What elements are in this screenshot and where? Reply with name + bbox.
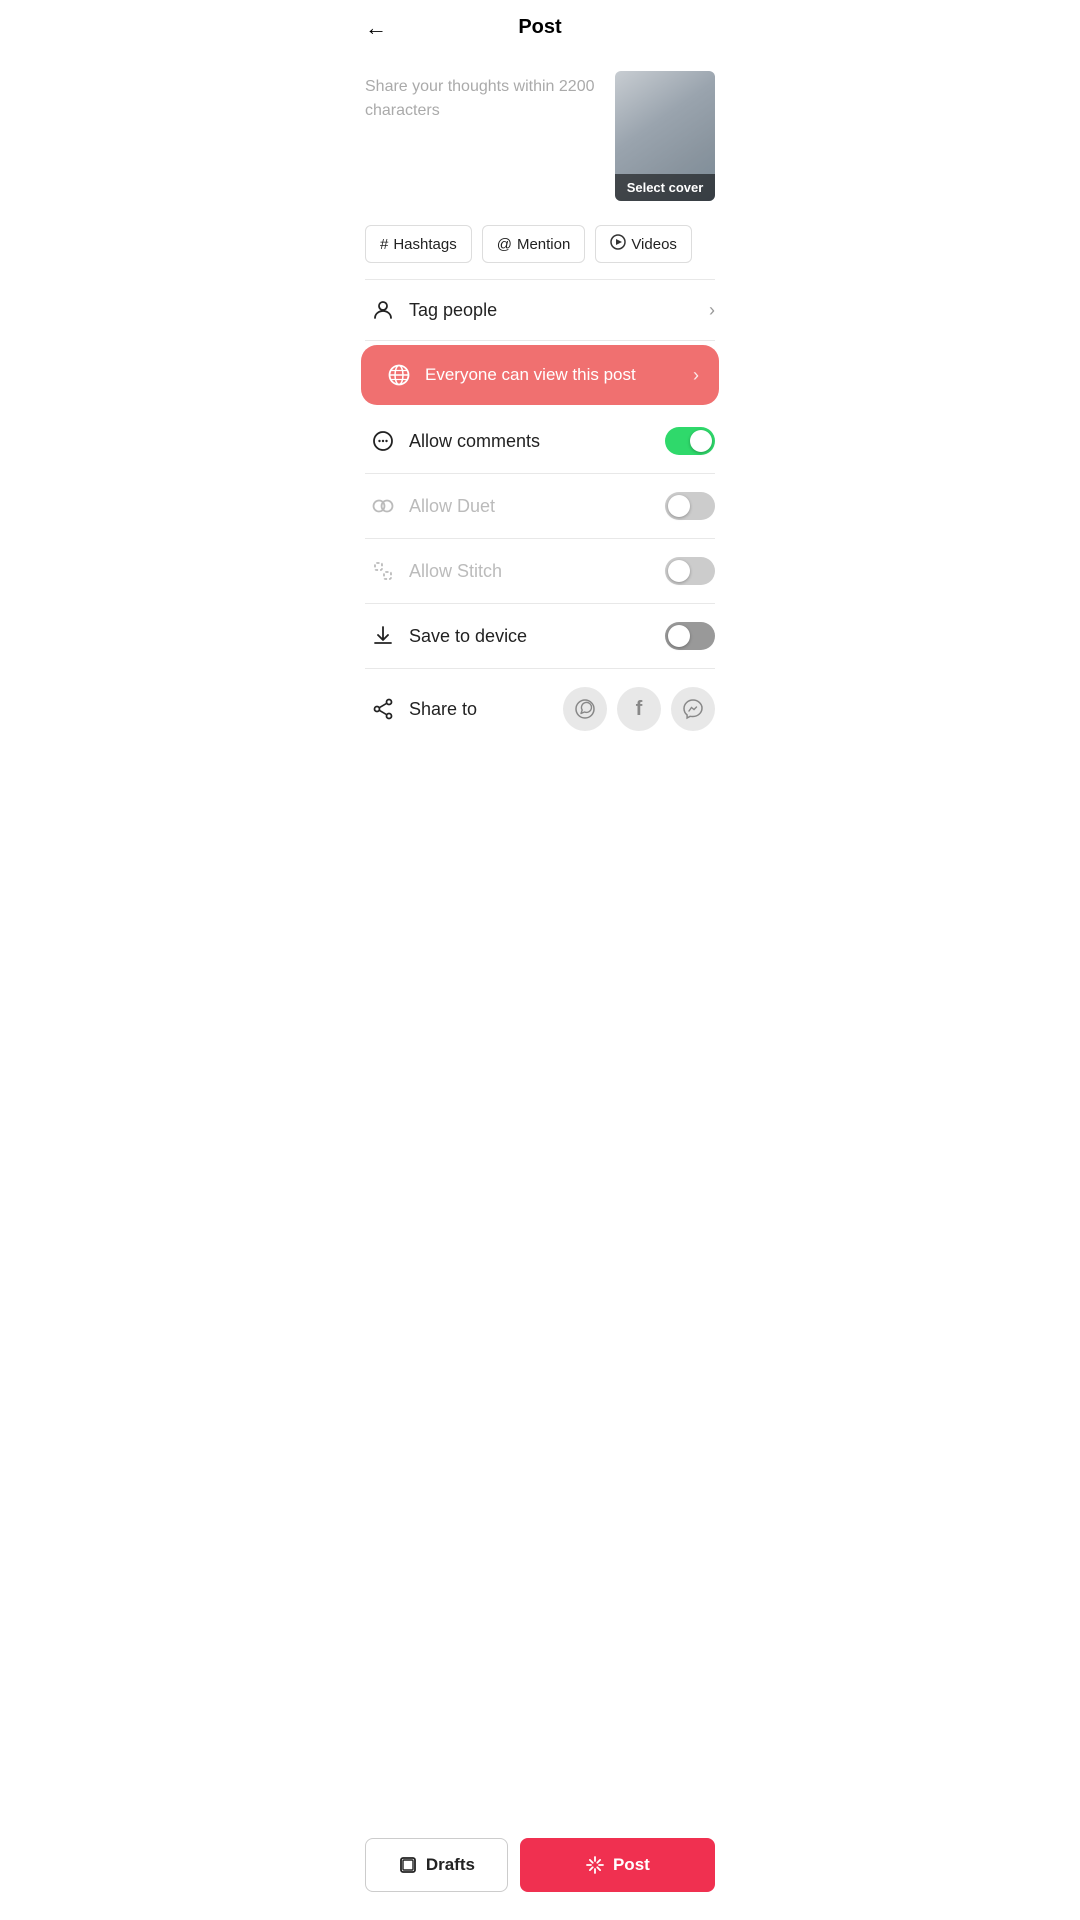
stitch-toggle-knob <box>668 560 690 582</box>
caption-input[interactable]: Share your thoughts within 2200 characte… <box>365 71 603 123</box>
stitch-toggle[interactable] <box>665 557 715 585</box>
tag-people-row[interactable]: Tag people › <box>345 280 735 340</box>
messenger-button[interactable] <box>671 687 715 731</box>
privacy-label: Everyone can view this post <box>425 365 693 385</box>
bottom-bar: Drafts Post <box>345 1822 735 1920</box>
page-title: Post <box>518 16 561 39</box>
save-to-device-label: Save to device <box>409 626 665 647</box>
comments-toggle-knob <box>690 430 712 452</box>
privacy-chevron-icon: › <box>693 365 699 386</box>
person-icon <box>365 298 401 322</box>
drafts-icon <box>398 1855 418 1875</box>
back-button[interactable]: ← <box>365 15 387 41</box>
share-to-label: Share to <box>409 699 563 720</box>
save-to-device-row: Save to device <box>345 604 735 668</box>
hashtag-icon: # <box>380 236 388 253</box>
comments-toggle[interactable] <box>665 427 715 455</box>
post-button[interactable]: Post <box>520 1838 715 1892</box>
play-icon <box>610 234 626 254</box>
save-device-toggle[interactable] <box>665 622 715 650</box>
allow-stitch-label: Allow Stitch <box>409 561 665 582</box>
videos-label: Videos <box>631 236 677 253</box>
allow-duet-label: Allow Duet <box>409 496 665 517</box>
whatsapp-button[interactable] <box>563 687 607 731</box>
tag-people-label: Tag people <box>409 300 709 321</box>
share-social-icons: f <box>563 687 715 731</box>
select-cover-label: Select cover <box>615 174 715 201</box>
post-sparkle-icon <box>585 1855 605 1875</box>
privacy-row[interactable]: Everyone can view this post › <box>361 345 719 405</box>
divider-2 <box>365 340 715 341</box>
share-icon <box>365 697 401 721</box>
facebook-button[interactable]: f <box>617 687 661 731</box>
duet-toggle[interactable] <box>665 492 715 520</box>
allow-comments-label: Allow comments <box>409 431 665 452</box>
mention-label: Mention <box>517 236 570 253</box>
duet-toggle-knob <box>668 495 690 517</box>
tag-chips: # Hashtags @ Mention Videos <box>345 217 735 279</box>
post-label: Post <box>613 1855 650 1875</box>
hashtags-label: Hashtags <box>393 236 456 253</box>
save-icon <box>365 624 401 648</box>
allow-duet-row: Allow Duet <box>345 474 735 538</box>
allow-comments-row: Allow comments <box>345 409 735 473</box>
hashtags-chip[interactable]: # Hashtags <box>365 225 472 263</box>
comments-icon <box>365 429 401 453</box>
globe-icon <box>381 363 417 387</box>
allow-stitch-row: Allow Stitch <box>345 539 735 603</box>
chevron-right-icon: › <box>709 300 715 321</box>
drafts-label: Drafts <box>426 1855 475 1875</box>
mention-chip[interactable]: @ Mention <box>482 225 586 263</box>
videos-chip[interactable]: Videos <box>595 225 692 263</box>
caption-area: Share your thoughts within 2200 characte… <box>345 55 735 217</box>
duet-icon <box>365 494 401 518</box>
bottom-spacer <box>345 749 735 849</box>
save-device-toggle-knob <box>668 625 690 647</box>
mention-icon: @ <box>497 236 512 253</box>
drafts-button[interactable]: Drafts <box>365 1838 508 1892</box>
header: ← Post <box>345 0 735 55</box>
cover-thumbnail[interactable]: Select cover <box>615 71 715 201</box>
share-to-row: Share to f <box>345 669 735 749</box>
stitch-icon <box>365 559 401 583</box>
